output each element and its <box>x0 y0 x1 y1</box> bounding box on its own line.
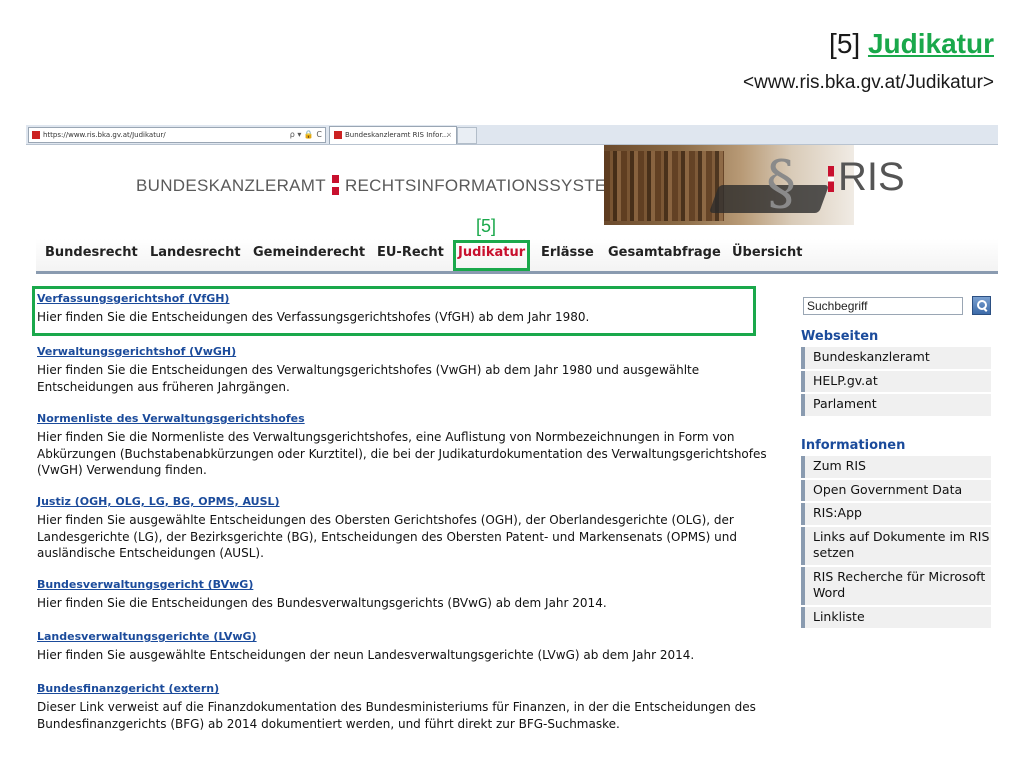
browser-screenshot: https://www.ris.bka.gv.at/Judikatur/ ρ ▾… <box>26 125 998 765</box>
list-item: Landesverwaltungsgerichte (LVwG) Hier fi… <box>37 630 767 664</box>
address-bar[interactable]: https://www.ris.bka.gv.at/Judikatur/ ρ ▾… <box>28 127 326 143</box>
entry-link[interactable]: Bundesfinanzgericht (extern) <box>37 682 767 695</box>
site-favicon-icon <box>32 131 40 139</box>
sidebar-item-zum-ris[interactable]: Zum RIS <box>801 456 991 478</box>
sidebar-item-links-dokumente[interactable]: Links auf Dokumente im RIS setzen <box>801 526 991 565</box>
entry-link[interactable]: Normenliste des Verwaltungsgerichtshofes <box>37 412 767 425</box>
nav-item-gemeinderecht[interactable]: Gemeinderecht <box>253 245 365 260</box>
highlight-judikatur-tab <box>453 240 530 271</box>
entry-description: Hier finden Sie die Normenliste des Verw… <box>37 430 767 477</box>
browser-tab[interactable]: Bundeskanzleramt RIS Infor... × <box>329 126 457 144</box>
sidebar-websites-list: Bundeskanzleramt HELP.gv.at Parlament <box>801 347 991 418</box>
new-tab-button[interactable] <box>457 127 477 144</box>
entry-link[interactable]: Verwaltungsgerichtshof (VwGH) <box>37 345 767 358</box>
search-input[interactable] <box>803 297 963 315</box>
sidebar-item-open-government-data[interactable]: Open Government Data <box>801 479 991 501</box>
entry-description: Hier finden Sie die Entscheidungen des V… <box>37 363 700 394</box>
address-text: https://www.ris.bka.gv.at/Judikatur/ <box>43 131 166 139</box>
nav-item-bundesrecht[interactable]: Bundesrecht <box>45 245 138 260</box>
sidebar-item-bundeskanzleramt[interactable]: Bundeskanzleramt <box>801 347 991 369</box>
entry-description: Hier finden Sie ausgewählte Entscheidung… <box>37 648 695 662</box>
list-item: Justiz (OGH, OLG, LG, BG, OPMS, AUSL) Hi… <box>37 495 767 562</box>
nav-item-gesamtabfrage[interactable]: Gesamtabfrage <box>608 245 721 260</box>
annotation-marker: [5] <box>476 216 497 236</box>
slide-title-prefix: [5] <box>829 28 861 59</box>
slide-url: <www.ris.bka.gv.at/Judikatur> <box>743 72 994 93</box>
paragraph-symbol-icon: § <box>766 148 796 218</box>
ris-logo-text: RIS <box>838 155 905 199</box>
brand-right: RECHTSINFORMATIONSSYSTEM <box>344 176 622 195</box>
list-item: Verwaltungsgerichtshof (VwGH) Hier finde… <box>37 345 767 395</box>
tab-favicon-icon <box>334 131 342 139</box>
sidebar-item-ris-recherche-word[interactable]: RIS Recherche für Microsoft Word <box>801 566 991 605</box>
highlight-vfgh-entry <box>32 286 756 336</box>
sidebar-heading-informationen: Informationen <box>801 438 906 453</box>
site-header: BUNDESKANZLERAMT RECHTSINFORMATIONSSYSTEM… <box>26 145 998 225</box>
slide-title-link[interactable]: Judikatur <box>868 28 994 59</box>
brand-left: BUNDESKANZLERAMT <box>136 176 326 195</box>
entry-description: Dieser Link verweist auf die Finanzdokum… <box>37 700 756 731</box>
sidebar-item-ris-app[interactable]: RIS:App <box>801 503 991 525</box>
header-photo <box>604 145 854 225</box>
search-button[interactable] <box>972 296 991 315</box>
browser-toolbar: https://www.ris.bka.gv.at/Judikatur/ ρ ▾… <box>26 125 998 145</box>
sidebar-heading-webseiten: Webseiten <box>801 329 879 344</box>
list-item: Bundesfinanzgericht (extern) Dieser Link… <box>37 682 767 732</box>
list-item: Bundesverwaltungsgericht (BVwG) Hier fin… <box>37 578 767 612</box>
slide-title: [5] Judikatur <box>829 28 994 60</box>
tab-close-icon[interactable]: × <box>446 127 452 144</box>
brand-logo[interactable]: BUNDESKANZLERAMT RECHTSINFORMATIONSSYSTEM <box>136 175 621 196</box>
entry-description: Hier finden Sie ausgewählte Entscheidung… <box>37 513 737 560</box>
sidebar-item-linkliste[interactable]: Linkliste <box>801 606 991 628</box>
brand-separator <box>331 175 339 195</box>
nav-item-erlasse[interactable]: Erlässe <box>541 245 594 260</box>
sidebar-info-list: Zum RIS Open Government Data RIS:App Lin… <box>801 456 991 630</box>
list-item: Normenliste des Verwaltungsgerichtshofes… <box>37 412 767 479</box>
nav-item-ubersicht[interactable]: Übersicht <box>732 245 802 260</box>
entry-description: Hier finden Sie die Entscheidungen des B… <box>37 596 607 610</box>
entry-link[interactable]: Justiz (OGH, OLG, LG, BG, OPMS, AUSL) <box>37 495 767 508</box>
sidebar-item-help[interactable]: HELP.gv.at <box>801 370 991 392</box>
entry-link[interactable]: Bundesverwaltungsgericht (BVwG) <box>37 578 767 591</box>
sidebar-item-parlament[interactable]: Parlament <box>801 394 991 416</box>
nav-item-landesrecht[interactable]: Landesrecht <box>150 245 241 260</box>
address-controls[interactable]: ρ ▾ 🔒 C <box>290 128 322 142</box>
entry-link[interactable]: Landesverwaltungsgerichte (LVwG) <box>37 630 767 643</box>
ris-logo-bar <box>828 166 834 192</box>
bookshelf-image <box>604 151 724 221</box>
tab-title: Bundeskanzleramt RIS Infor... <box>345 131 449 139</box>
nav-item-eu-recht[interactable]: EU-Recht <box>377 245 444 260</box>
ris-logo: RIS <box>828 155 905 200</box>
